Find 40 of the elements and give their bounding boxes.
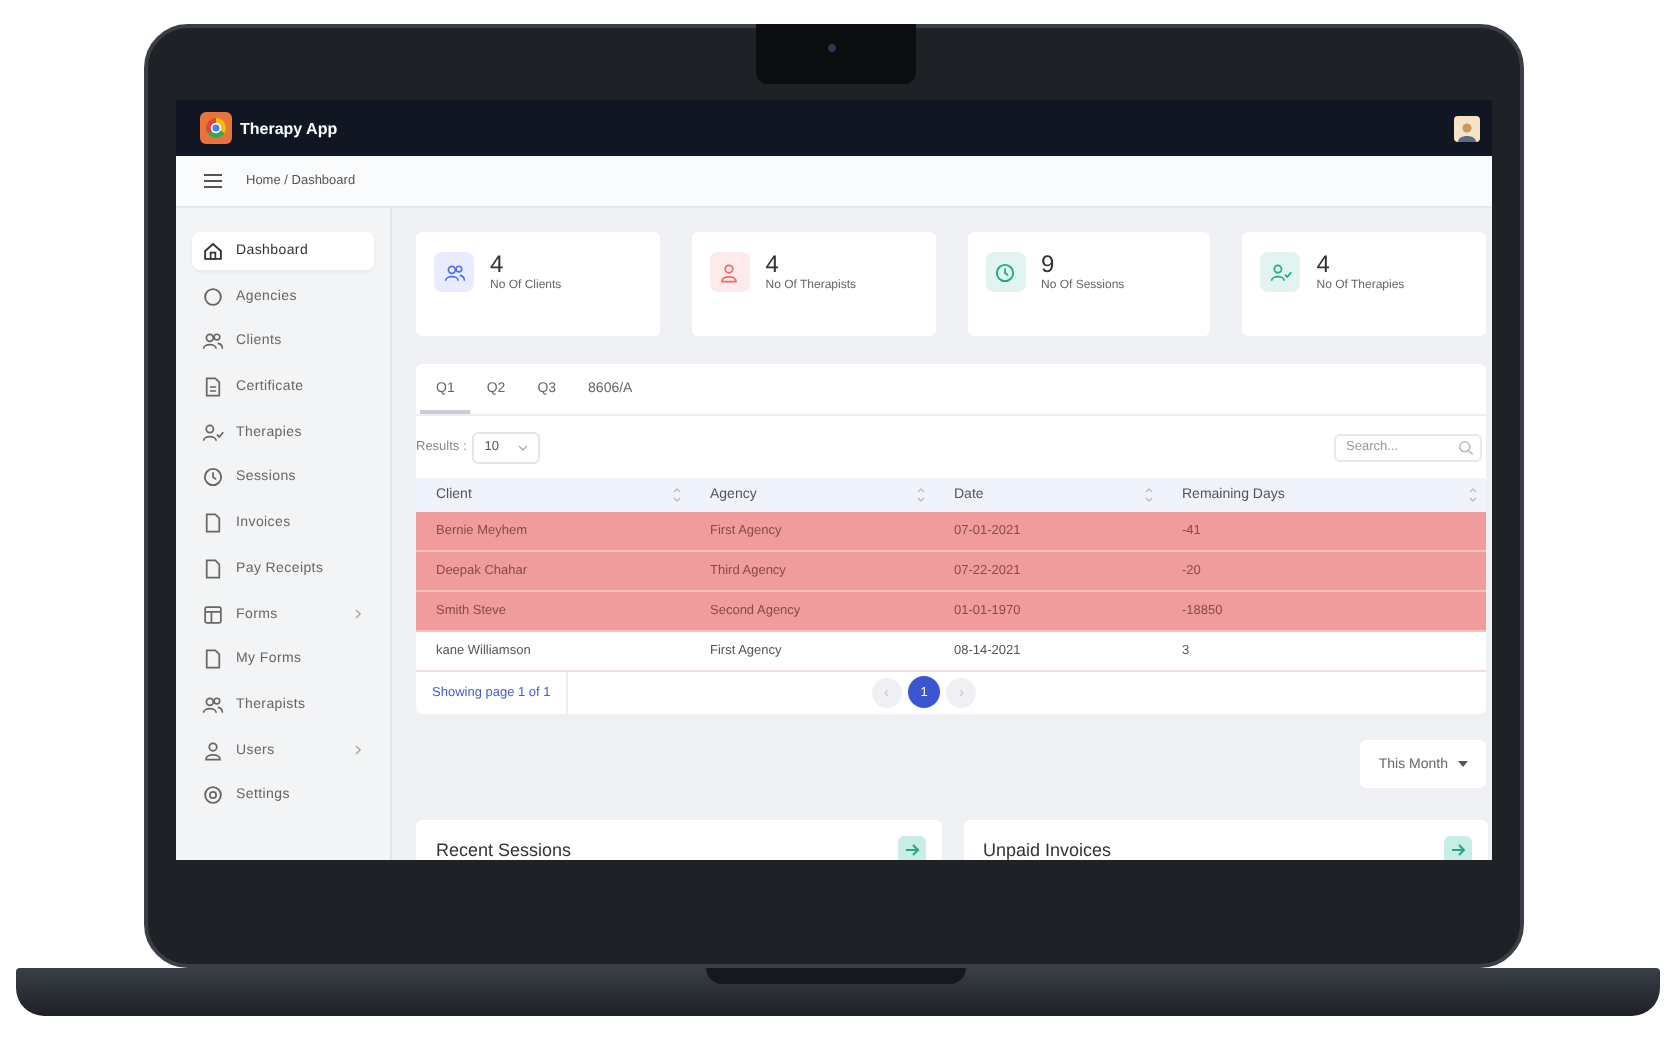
arrow-button[interactable]	[897, 836, 925, 860]
users-icon	[202, 330, 224, 353]
house-icon	[202, 240, 224, 262]
menu-icon[interactable]	[204, 174, 222, 188]
avatar-icon[interactable]	[1454, 115, 1480, 141]
caret-icon	[517, 443, 528, 451]
search-icon	[1458, 439, 1474, 455]
layout-icon	[202, 603, 224, 625]
panel-title: Unpaid Invoices	[983, 840, 1112, 860]
clock-icon	[202, 466, 224, 489]
user-check-icon	[1269, 261, 1292, 283]
file-icon	[202, 648, 224, 671]
panel-title: Recent Sessions	[436, 840, 572, 860]
caret-icon	[1458, 760, 1468, 768]
arrow-button[interactable]	[1444, 836, 1472, 860]
settings-icon	[202, 784, 224, 807]
users-icon	[202, 693, 224, 716]
sort-icon	[1468, 486, 1478, 504]
chevron-right-icon	[956, 687, 966, 697]
sort-icon	[1144, 486, 1154, 504]
file-icon	[202, 557, 224, 580]
arrow-right-icon	[903, 842, 919, 858]
sort-icon	[916, 486, 926, 504]
stat-value: 9	[1041, 252, 1057, 276]
stat-value: 4	[490, 252, 506, 276]
clock-icon	[994, 261, 1016, 283]
user-icon	[718, 261, 741, 283]
user-check-icon	[202, 421, 224, 444]
document-icon	[202, 376, 224, 399]
file-icon	[202, 512, 224, 535]
stat-value: 4	[1316, 252, 1332, 276]
circle-icon	[202, 285, 224, 308]
app-logo-icon	[200, 112, 232, 144]
sort-icon	[672, 486, 682, 504]
users-icon	[443, 261, 465, 283]
app-title: Therapy App	[240, 119, 338, 137]
stat-value: 4	[765, 252, 781, 276]
arrow-right-icon	[1450, 842, 1466, 858]
chevron-left-icon	[882, 687, 892, 697]
user-icon	[202, 739, 224, 762]
